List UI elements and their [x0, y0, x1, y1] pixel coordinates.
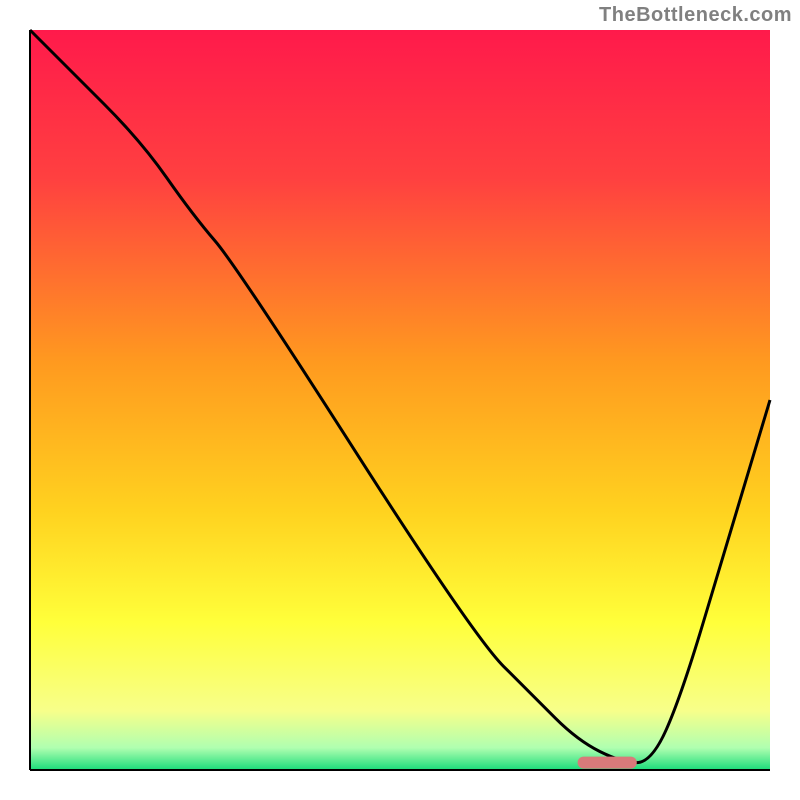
chart-svg [0, 0, 800, 800]
watermark-text: TheBottleneck.com [599, 4, 792, 27]
bottleneck-chart: TheBottleneck.com [0, 0, 800, 800]
optimal-zone-marker [578, 757, 637, 769]
plot-area [30, 30, 770, 770]
gradient-background [30, 30, 770, 770]
